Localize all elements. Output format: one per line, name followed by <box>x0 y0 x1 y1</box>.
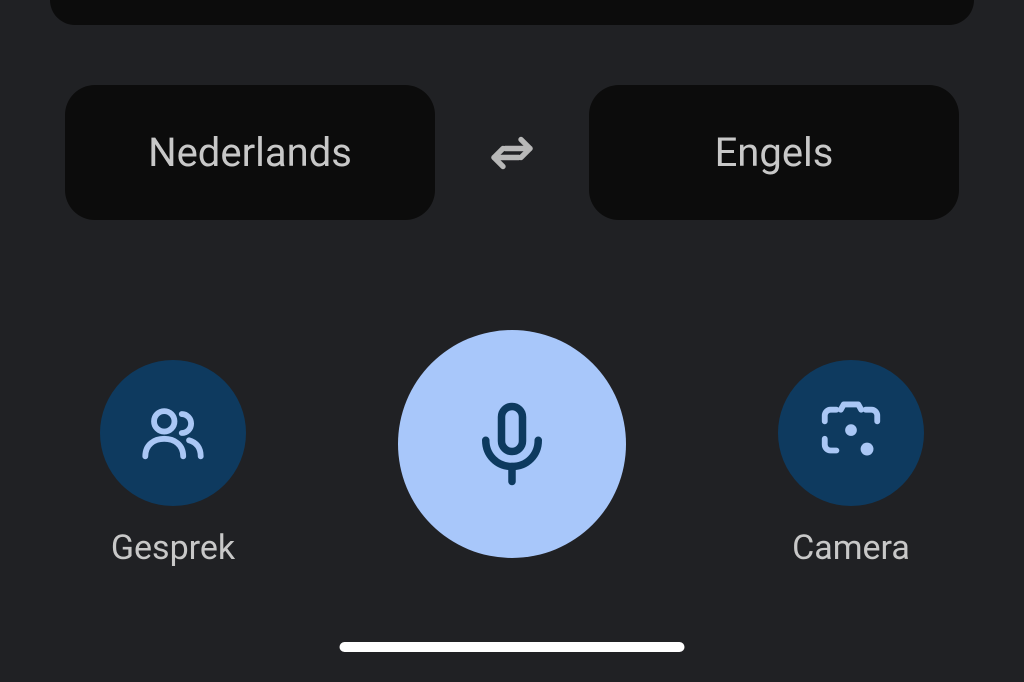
people-icon <box>138 398 208 468</box>
previous-panel-edge <box>50 0 974 25</box>
camera-action: Camera <box>778 330 924 568</box>
target-language-button[interactable]: Engels <box>589 85 959 220</box>
language-selector-row: Nederlands Engels <box>65 85 959 220</box>
conversation-button[interactable] <box>100 360 246 506</box>
target-language-label: Engels <box>715 129 834 176</box>
conversation-label: Gesprek <box>111 528 235 568</box>
voice-action <box>398 330 626 558</box>
camera-label: Camera <box>792 528 910 568</box>
source-language-button[interactable]: Nederlands <box>65 85 435 220</box>
source-language-label: Nederlands <box>148 129 352 176</box>
camera-button[interactable] <box>778 360 924 506</box>
swap-languages-button[interactable] <box>482 123 542 183</box>
swap-arrows-icon <box>485 126 539 180</box>
camera-scan-icon <box>816 398 886 468</box>
home-indicator[interactable] <box>340 642 685 652</box>
voice-input-button[interactable] <box>398 330 626 558</box>
microphone-icon <box>467 399 557 489</box>
action-row: Gesprek Camera <box>100 330 924 568</box>
conversation-action: Gesprek <box>100 330 246 568</box>
